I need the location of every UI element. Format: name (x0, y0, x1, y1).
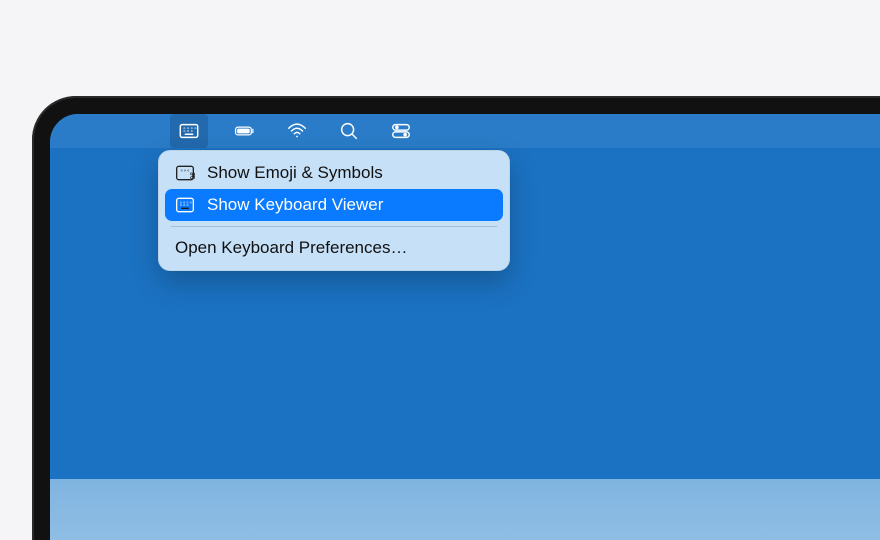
menu-item-show-keyboard-viewer[interactable]: Show Keyboard Viewer (165, 189, 503, 221)
menu-divider (171, 226, 497, 227)
menubar: Thu Sep 10 9:41 PM (50, 114, 880, 148)
control-center-button[interactable] (386, 114, 416, 148)
character-viewer-icon: ⌘ (175, 164, 195, 182)
keyboard-viewer-icon (175, 196, 195, 214)
input-menu-dropdown: ⌘ Show Emoji & Symbols Show Keyboard Vie… (158, 150, 510, 271)
wifi-status[interactable] (282, 114, 312, 148)
menu-item-show-emoji[interactable]: ⌘ Show Emoji & Symbols (165, 157, 503, 189)
svg-text:⌘: ⌘ (189, 171, 195, 181)
wallpaper (50, 298, 880, 540)
control-center-icon (390, 120, 412, 142)
spotlight-button[interactable] (334, 114, 364, 148)
screen: Thu Sep 10 9:41 PM ⌘ Show Emoji & Symbol… (50, 114, 880, 540)
input-menu-button[interactable] (170, 114, 208, 148)
keyboard-viewer-icon (178, 120, 200, 142)
battery-status[interactable] (230, 114, 260, 148)
menu-item-open-keyboard-prefs[interactable]: Open Keyboard Preferences… (165, 232, 503, 264)
search-icon (338, 120, 360, 142)
menu-item-label: Open Keyboard Preferences… (175, 238, 407, 258)
menu-item-label: Show Emoji & Symbols (207, 163, 383, 183)
menu-item-label: Show Keyboard Viewer (207, 195, 383, 215)
battery-icon (234, 120, 256, 142)
laptop-frame: Thu Sep 10 9:41 PM ⌘ Show Emoji & Symbol… (32, 96, 880, 540)
wifi-icon (286, 120, 308, 142)
